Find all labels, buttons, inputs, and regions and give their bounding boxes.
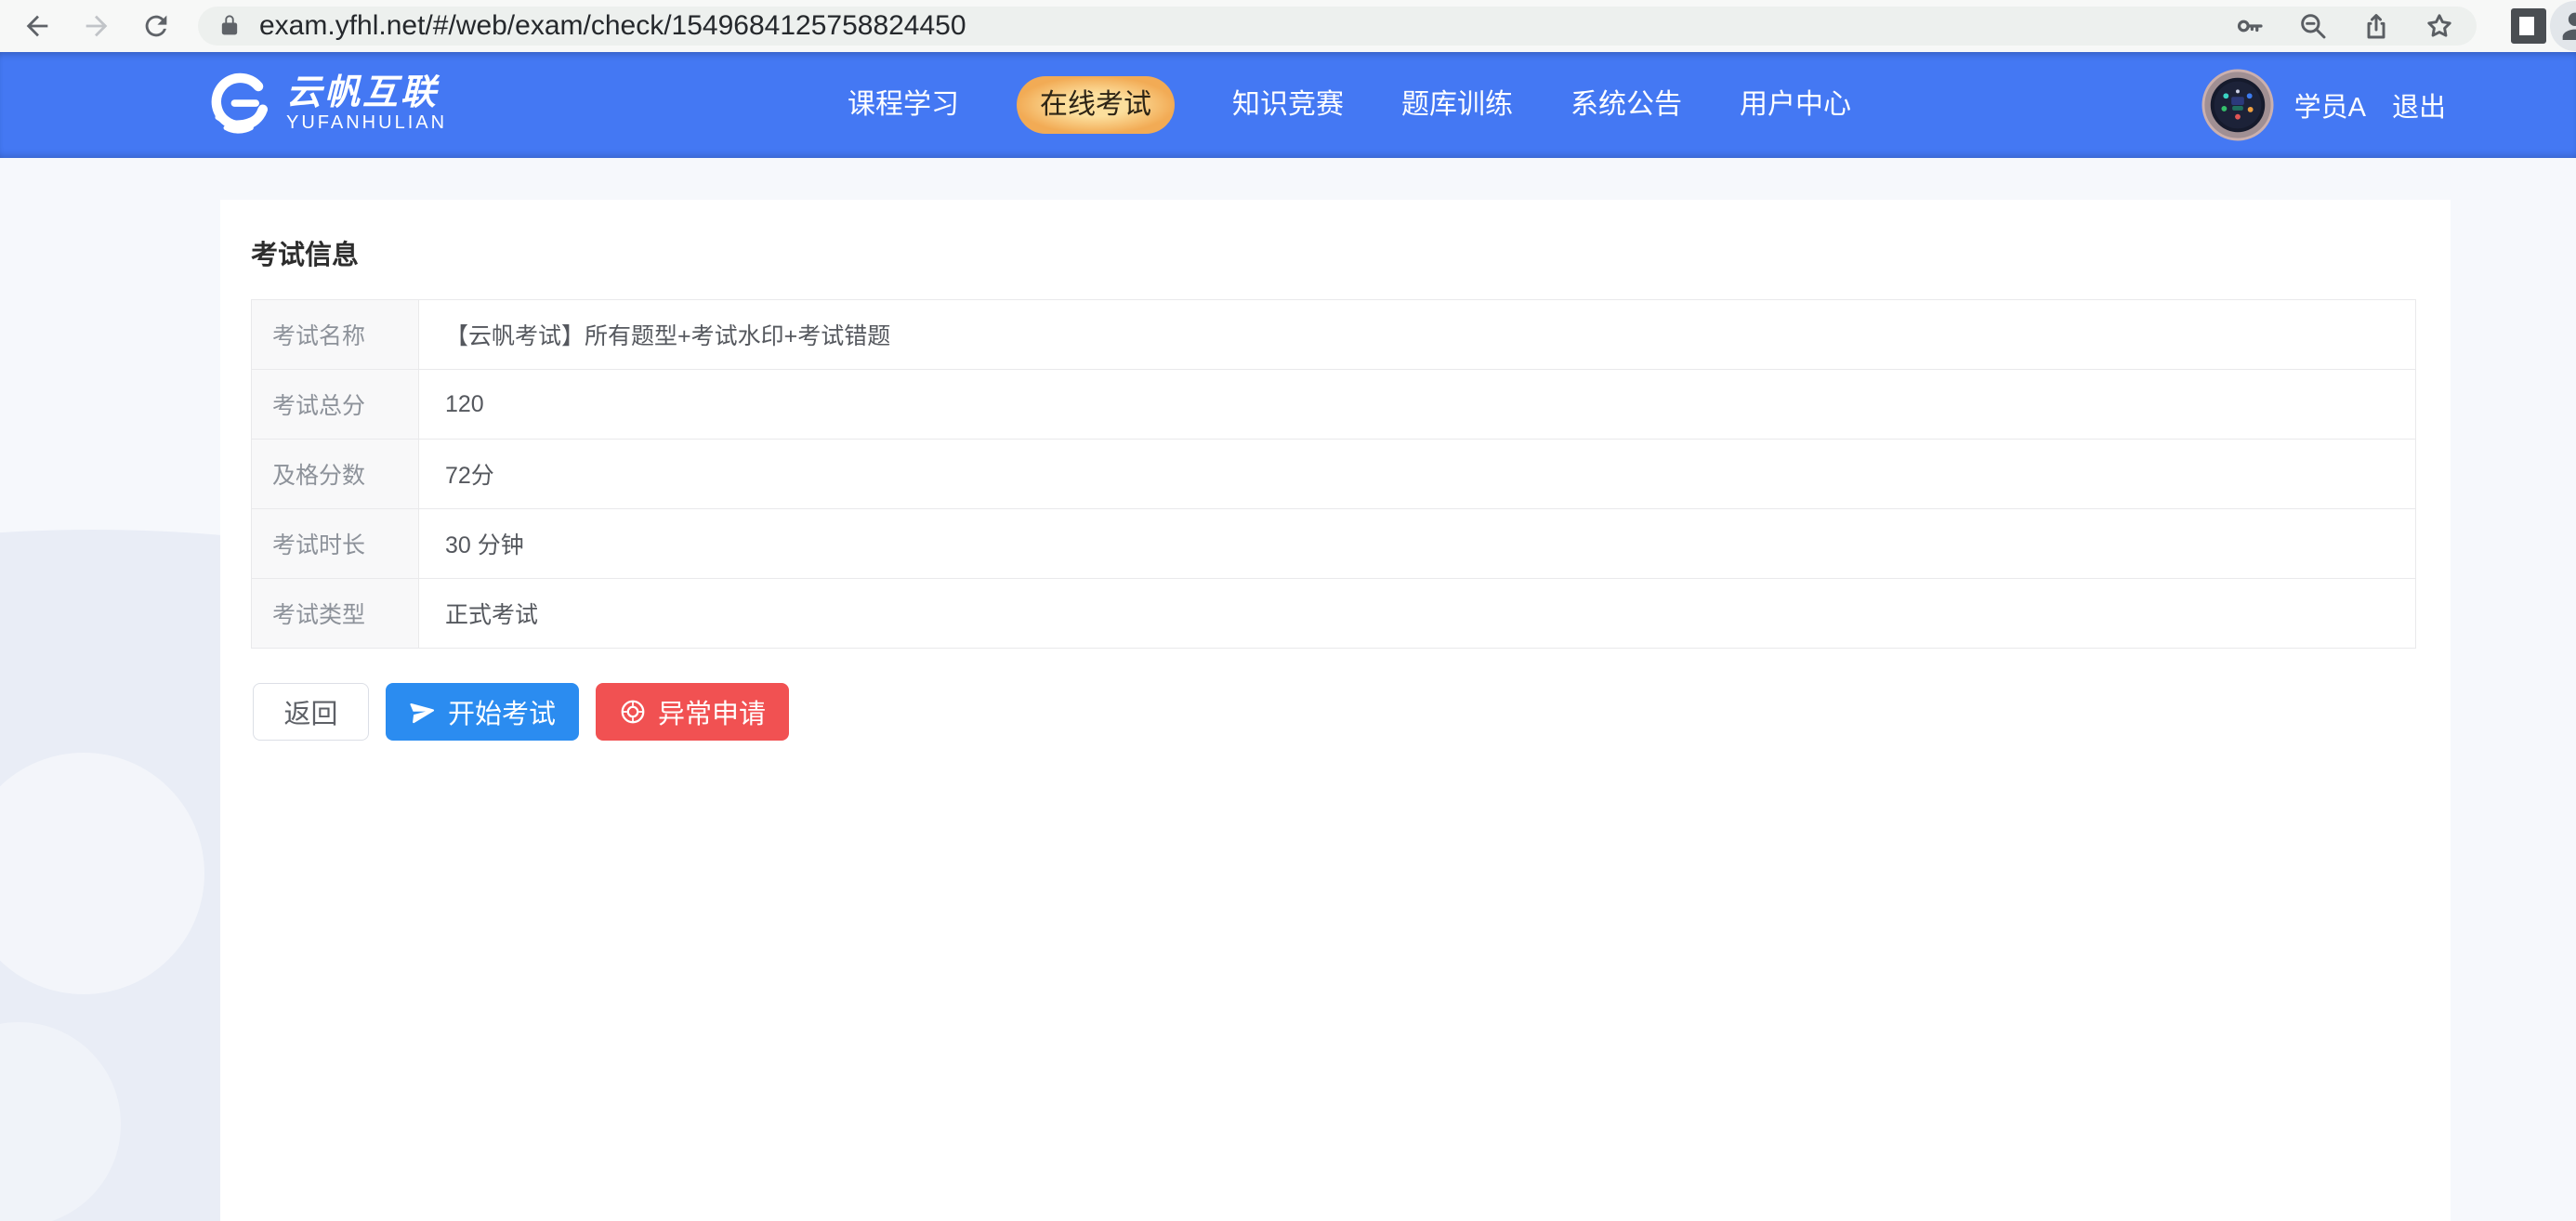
address-bar[interactable]: exam.yfhl.net/#/web/exam/check/154968412… [198, 7, 2477, 46]
yufan-logo-icon [206, 69, 277, 139]
menu-item-user-center[interactable]: 用户中心 [1740, 76, 1851, 134]
key-icon[interactable] [2235, 11, 2265, 41]
url-text[interactable]: exam.yfhl.net/#/web/exam/check/154968412… [259, 10, 2235, 42]
row-label: 考试名称 [252, 300, 419, 370]
user-box: 学员A 退出 [2201, 52, 2576, 158]
row-label: 考试类型 [252, 579, 419, 649]
table-row: 考试总分 120 [252, 370, 2416, 440]
menu-item-knowledge-contest[interactable]: 知识竞赛 [1232, 76, 1344, 134]
table-row: 考试时长 30 分钟 [252, 509, 2416, 579]
browser-toolbar: exam.yfhl.net/#/web/exam/check/154968412… [0, 0, 2576, 52]
back-button[interactable]: 返回 [253, 683, 369, 741]
row-label: 考试总分 [252, 370, 419, 440]
abnormal-apply-button[interactable]: 异常申请 [596, 683, 789, 741]
menu-item-course-study[interactable]: 课程学习 [848, 76, 959, 134]
lock-icon [217, 13, 243, 39]
row-value: 72分 [419, 440, 2416, 509]
zoom-out-icon[interactable] [2298, 11, 2328, 41]
browser-back-icon[interactable] [20, 9, 54, 43]
brand-name-cn: 云帆互联 [286, 74, 447, 112]
brand-logo[interactable]: 云帆互联 YUFANHULIAN [206, 69, 447, 139]
row-label: 考试时长 [252, 509, 419, 579]
menu-item-online-exam[interactable]: 在线考试 [1017, 76, 1175, 134]
row-value: 120 [419, 370, 2416, 440]
ring-circle-icon [619, 698, 647, 726]
site-navbar: 云帆互联 YUFANHULIAN 课程学习 在线考试 知识竞赛 题库训练 系统公… [0, 52, 2576, 158]
start-exam-button[interactable]: 开始考试 [386, 683, 579, 741]
star-icon[interactable] [2425, 11, 2454, 41]
logout-link[interactable]: 退出 [2392, 85, 2446, 125]
action-buttons: 返回 开始考试 异常申请 [253, 683, 789, 741]
menu-item-question-bank[interactable]: 题库训练 [1401, 76, 1513, 134]
brand-name-en: YUFANHULIAN [286, 112, 447, 134]
browser-profile-icon[interactable] [2550, 1, 2576, 51]
exam-info-table: 考试名称 【云帆考试】所有题型+考试水印+考试错题 考试总分 120 及格分数 … [251, 299, 2416, 649]
user-name[interactable]: 学员A [2294, 85, 2366, 125]
row-value: 30 分钟 [419, 509, 2416, 579]
browser-forward-icon[interactable] [80, 9, 113, 43]
exam-info-card: 考试信息 考试名称 【云帆考试】所有题型+考试水印+考试错题 考试总分 120 … [220, 200, 2451, 1221]
table-row: 及格分数 72分 [252, 440, 2416, 509]
row-value: 正式考试 [419, 579, 2416, 649]
table-row: 考试名称 【云帆考试】所有题型+考试水印+考试错题 [252, 300, 2416, 370]
main-menu: 课程学习 在线考试 知识竞赛 题库训练 系统公告 用户中心 [848, 52, 1851, 158]
table-row: 考试类型 正式考试 [252, 579, 2416, 649]
menu-item-system-notice[interactable]: 系统公告 [1571, 76, 1682, 134]
page-background: 考试信息 考试名称 【云帆考试】所有题型+考试水印+考试错题 考试总分 120 … [0, 158, 2576, 1221]
paper-plane-icon [407, 696, 439, 728]
browser-reload-icon[interactable] [139, 9, 173, 43]
sidebar-toggle-icon[interactable] [2511, 8, 2546, 44]
page-title: 考试信息 [251, 233, 359, 272]
user-avatar[interactable] [2201, 69, 2274, 141]
row-label: 及格分数 [252, 440, 419, 509]
share-icon[interactable] [2361, 11, 2391, 41]
row-value: 【云帆考试】所有题型+考试水印+考试错题 [419, 300, 2416, 370]
